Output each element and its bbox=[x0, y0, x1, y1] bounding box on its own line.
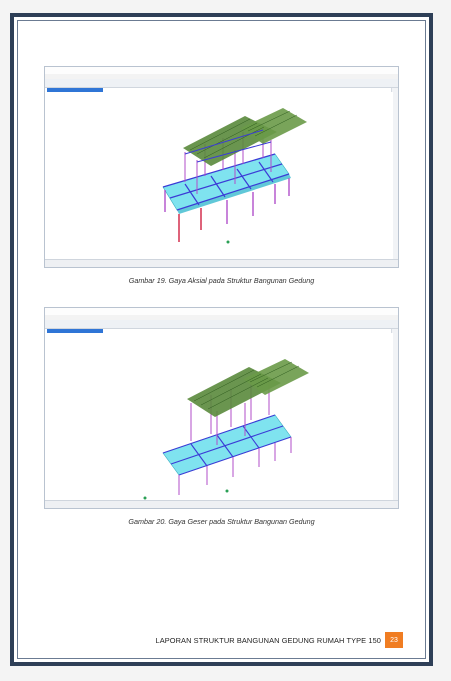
document-page: Gambar 19. Gaya Aksial pada Struktur Ban… bbox=[0, 0, 451, 681]
figure-19-screenshot bbox=[44, 66, 399, 268]
footer-title: LAPORAN STRUKTUR BANGUNAN GEDUNG RUMAH T… bbox=[155, 635, 381, 645]
support-node bbox=[225, 489, 229, 493]
structure-3d-model-icon bbox=[162, 108, 307, 244]
page-number-badge: 23 bbox=[385, 632, 403, 648]
support-node bbox=[226, 240, 230, 244]
page-footer: LAPORAN STRUKTUR BANGUNAN GEDUNG RUMAH T… bbox=[155, 632, 403, 648]
app-statusbar bbox=[45, 259, 398, 267]
figure-20-caption: Gambar 20. Gaya Geser pada Struktur Bang… bbox=[128, 517, 315, 526]
model-canvas bbox=[45, 92, 393, 261]
figure-20-screenshot bbox=[44, 307, 399, 509]
app-titlebar bbox=[45, 308, 398, 315]
app-toolbar bbox=[45, 79, 398, 88]
app-titlebar bbox=[45, 67, 398, 74]
app-toolbar bbox=[45, 320, 398, 329]
structure-3d-model-icon bbox=[143, 359, 309, 500]
app-statusbar bbox=[45, 500, 398, 508]
model-canvas bbox=[45, 333, 393, 502]
figure-19-caption: Gambar 19. Gaya Aksial pada Struktur Ban… bbox=[128, 276, 315, 285]
